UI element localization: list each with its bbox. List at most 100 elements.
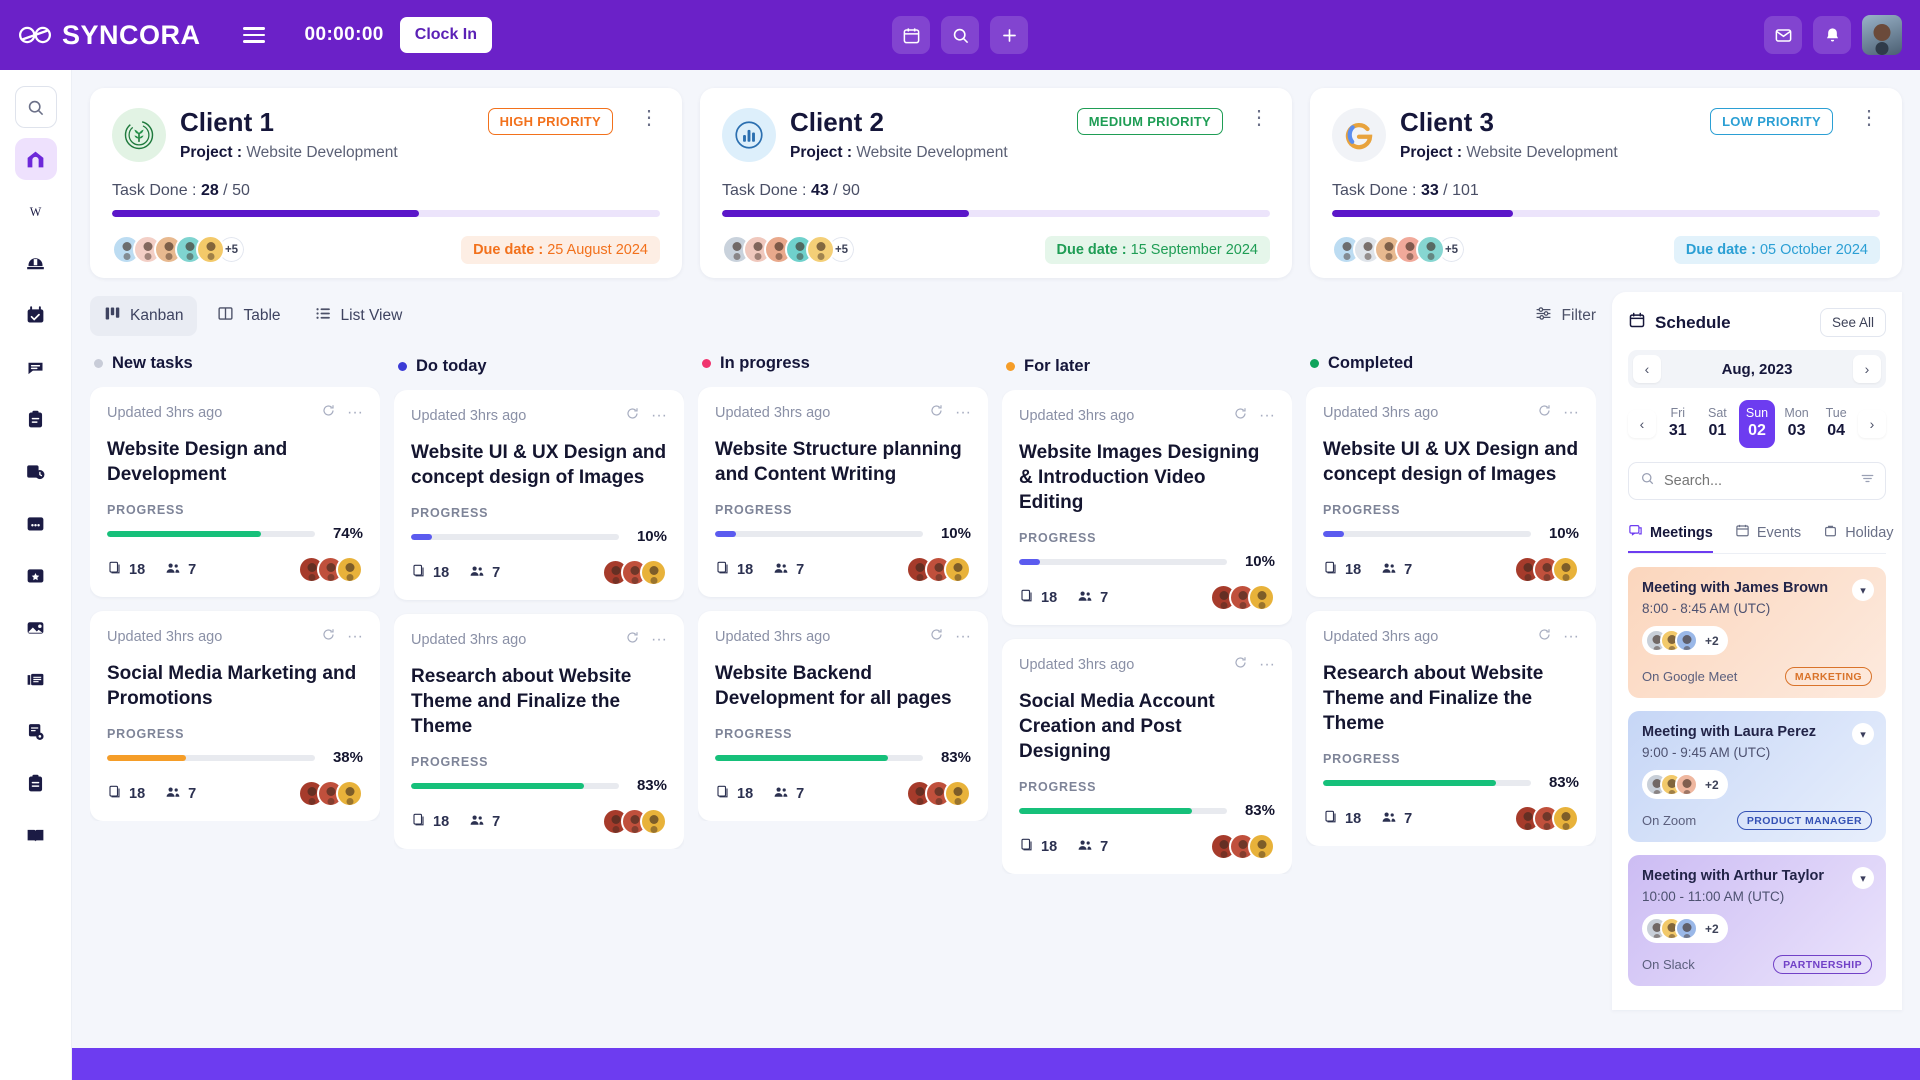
- next-month-icon[interactable]: ›: [1853, 355, 1881, 383]
- refresh-icon[interactable]: [321, 627, 336, 647]
- client-card[interactable]: Client 2 Project : Website Development M…: [700, 88, 1292, 278]
- refresh-icon[interactable]: [929, 403, 944, 423]
- more-options-icon[interactable]: ···: [955, 404, 971, 422]
- menu-toggle-icon[interactable]: [242, 27, 265, 43]
- meeting-attendees[interactable]: +2: [1642, 770, 1728, 799]
- plus-icon[interactable]: [990, 16, 1028, 54]
- mail-icon[interactable]: [1764, 16, 1802, 54]
- sidebar-item-chat[interactable]: [15, 346, 57, 388]
- chevron-down-icon[interactable]: ▾: [1852, 723, 1874, 745]
- day-item[interactable]: Mon 03: [1779, 400, 1815, 448]
- client-menu-button[interactable]: ⋮: [1249, 108, 1270, 128]
- more-options-icon[interactable]: ···: [1563, 404, 1579, 422]
- refresh-icon[interactable]: [1233, 406, 1248, 426]
- task-card[interactable]: Updated 3hrs ago ··· Website Backend Dev…: [698, 611, 988, 822]
- more-options-icon[interactable]: ···: [347, 404, 363, 422]
- avatar[interactable]: [1862, 15, 1902, 55]
- more-options-icon[interactable]: ···: [1563, 628, 1579, 646]
- more-options-icon[interactable]: ···: [1259, 407, 1275, 425]
- sidebar-item-helmet[interactable]: [15, 242, 57, 284]
- sidebar-item-calendar-check[interactable]: [15, 294, 57, 336]
- more-options-icon[interactable]: ···: [651, 631, 667, 649]
- meeting-card[interactable]: Meeting with James Brown 8:00 - 8:45 AM …: [1628, 567, 1886, 698]
- tab-holiday[interactable]: Holiday: [1823, 514, 1894, 553]
- avatar-group[interactable]: +5: [1332, 235, 1466, 264]
- sidebar-item-image[interactable]: [15, 606, 57, 648]
- refresh-icon[interactable]: [1233, 655, 1248, 675]
- sidebar-item-settings-doc[interactable]: [15, 710, 57, 752]
- next-day-icon[interactable]: ›: [1857, 410, 1886, 438]
- tab-events[interactable]: Events: [1735, 514, 1801, 553]
- prev-day-icon[interactable]: ‹: [1628, 410, 1656, 438]
- more-options-icon[interactable]: ···: [651, 407, 667, 425]
- sidebar-item-clipboard[interactable]: [15, 762, 57, 804]
- client-card[interactable]: Client 3 Project : Website Development L…: [1310, 88, 1902, 278]
- app-logo[interactable]: SYNCORA: [18, 20, 201, 51]
- task-card[interactable]: Updated 3hrs ago ··· Research about Webs…: [1306, 611, 1596, 847]
- more-options-icon[interactable]: ···: [955, 628, 971, 646]
- tab-kanban[interactable]: Kanban: [90, 296, 198, 336]
- avatar-group[interactable]: [298, 780, 363, 808]
- day-item[interactable]: Sat 01: [1700, 400, 1736, 448]
- day-item[interactable]: Tue 04: [1818, 400, 1854, 448]
- search-input[interactable]: [1664, 473, 1851, 489]
- sidebar-item-calendar-dots[interactable]: [15, 502, 57, 544]
- task-card[interactable]: Updated 3hrs ago ··· Website UI & UX Des…: [394, 390, 684, 601]
- avatar-group[interactable]: +5: [722, 235, 856, 264]
- day-item-selected[interactable]: Sun 02: [1739, 400, 1775, 448]
- avatar-group[interactable]: [602, 559, 667, 587]
- task-card[interactable]: Updated 3hrs ago ··· Website Design and …: [90, 387, 380, 598]
- avatar-group[interactable]: [602, 808, 667, 836]
- avatar-group[interactable]: [906, 780, 971, 808]
- task-card[interactable]: Updated 3hrs ago ··· Website UI & UX Des…: [1306, 387, 1596, 598]
- task-card[interactable]: Updated 3hrs ago ··· Social Media Market…: [90, 611, 380, 822]
- meeting-card[interactable]: Meeting with Laura Perez 9:00 - 9:45 AM …: [1628, 711, 1886, 842]
- filter-button[interactable]: Filter: [1534, 304, 1596, 328]
- client-menu-button[interactable]: ⋮: [1859, 108, 1880, 128]
- refresh-icon[interactable]: [625, 630, 640, 650]
- avatar-group[interactable]: [1514, 556, 1579, 584]
- avatar-group[interactable]: +5: [112, 235, 246, 264]
- prev-month-icon[interactable]: ‹: [1633, 355, 1661, 383]
- tab-meetings[interactable]: Meetings: [1628, 514, 1713, 553]
- more-options-icon[interactable]: ···: [1259, 656, 1275, 674]
- sidebar-item-clipboard-list[interactable]: [15, 398, 57, 440]
- calendar-icon[interactable]: [892, 16, 930, 54]
- avatar-group[interactable]: [1210, 584, 1275, 612]
- sidebar-item-wiki[interactable]: W: [15, 190, 57, 232]
- sidebar-item-calendar-star[interactable]: [15, 554, 57, 596]
- refresh-icon[interactable]: [625, 406, 640, 426]
- chevron-down-icon[interactable]: ▾: [1852, 579, 1874, 601]
- avatar-group[interactable]: [906, 556, 971, 584]
- meeting-attendees[interactable]: +2: [1642, 914, 1728, 943]
- avatar-group[interactable]: [298, 556, 363, 584]
- sidebar-search-icon[interactable]: [14, 86, 57, 128]
- client-menu-button[interactable]: ⋮: [639, 108, 660, 128]
- avatar-group[interactable]: [1514, 805, 1579, 833]
- sidebar-item-news[interactable]: [15, 658, 57, 700]
- see-all-button[interactable]: See All: [1819, 308, 1886, 337]
- chevron-down-icon[interactable]: ▾: [1852, 867, 1874, 889]
- schedule-search[interactable]: [1628, 462, 1886, 500]
- task-card[interactable]: Updated 3hrs ago ··· Research about Webs…: [394, 614, 684, 850]
- task-card[interactable]: Updated 3hrs ago ··· Website Structure p…: [698, 387, 988, 598]
- refresh-icon[interactable]: [1537, 403, 1552, 423]
- sidebar-item-book[interactable]: [15, 814, 57, 856]
- refresh-icon[interactable]: [1537, 627, 1552, 647]
- search-icon[interactable]: [941, 16, 979, 54]
- task-card[interactable]: Updated 3hrs ago ··· Website Images Desi…: [1002, 390, 1292, 626]
- more-options-icon[interactable]: ···: [347, 628, 363, 646]
- sidebar-item-calendar-clock[interactable]: [15, 450, 57, 492]
- task-card[interactable]: Updated 3hrs ago ··· Social Media Accoun…: [1002, 639, 1292, 875]
- clock-in-button[interactable]: Clock In: [399, 17, 493, 53]
- bell-icon[interactable]: [1813, 16, 1851, 54]
- meeting-attendees[interactable]: +2: [1642, 626, 1728, 655]
- tab-list-view[interactable]: List View: [301, 296, 417, 336]
- filter-icon[interactable]: [1860, 471, 1875, 491]
- day-item[interactable]: Fri 31: [1660, 400, 1696, 448]
- meeting-card[interactable]: Meeting with Arthur Taylor 10:00 - 11:00…: [1628, 855, 1886, 986]
- tab-table[interactable]: Table: [203, 296, 294, 336]
- refresh-icon[interactable]: [929, 627, 944, 647]
- refresh-icon[interactable]: [321, 403, 336, 423]
- avatar-group[interactable]: [1210, 833, 1275, 861]
